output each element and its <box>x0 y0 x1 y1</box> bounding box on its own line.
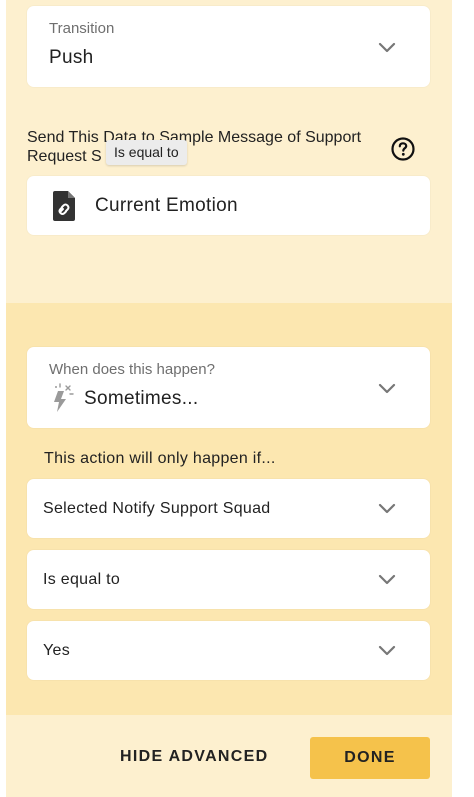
done-button[interactable]: DONE <box>310 737 430 779</box>
condition-value-dropdown[interactable]: Yes <box>27 621 430 680</box>
condition-operator-value: Is equal to <box>43 571 121 588</box>
when-label: When does this happen? <box>49 361 215 378</box>
chevron-down-icon <box>378 379 396 397</box>
chevron-down-icon <box>378 38 396 56</box>
chevron-down-icon <box>378 570 396 588</box>
condition-value: Yes <box>43 642 71 659</box>
hide-advanced-button[interactable]: HIDE ADVANCED <box>120 748 268 766</box>
chevron-down-icon <box>378 499 396 517</box>
condition-field-dropdown[interactable]: Selected Notify Support Squad <box>27 479 430 538</box>
transition-label: Transition <box>49 20 115 37</box>
condition-field-value: Selected Notify Support Squad <box>43 500 271 517</box>
send-data-value: Current Emotion <box>95 195 238 216</box>
condition-operator-dropdown[interactable]: Is equal to <box>27 550 430 609</box>
transition-dropdown[interactable]: Transition Push <box>27 6 430 87</box>
when-value: Sometimes... <box>84 388 199 409</box>
send-data-description: Send This Data to Sample Message of Supp… <box>27 129 362 165</box>
question-circle-icon[interactable] <box>391 137 415 161</box>
tooltip: Is equal to <box>106 140 187 165</box>
condition-intro: This action will only happen if... <box>44 450 276 467</box>
linked-file-icon <box>51 190 77 222</box>
send-data-field[interactable]: Current Emotion <box>27 176 430 235</box>
transition-value: Push <box>49 47 94 68</box>
when-dropdown[interactable]: When does this happen? Sometimes... <box>27 347 430 428</box>
magic-lightning-icon <box>51 383 75 413</box>
chevron-down-icon <box>378 641 396 659</box>
